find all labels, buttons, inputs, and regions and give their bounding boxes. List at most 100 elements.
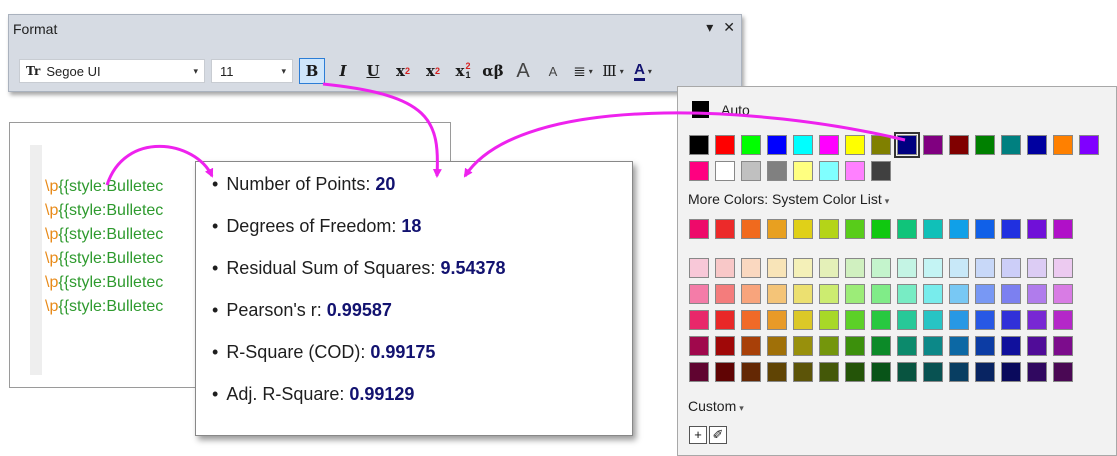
- palette-color-swatch[interactable]: [871, 310, 891, 330]
- palette-color-swatch[interactable]: [897, 258, 917, 278]
- palette-color-swatch[interactable]: [793, 284, 813, 304]
- underline-button[interactable]: U: [361, 58, 385, 84]
- system-color-swatch[interactable]: [741, 135, 761, 155]
- palette-color-swatch[interactable]: [1027, 310, 1047, 330]
- palette-color-swatch[interactable]: [975, 336, 995, 356]
- eyedropper-icon[interactable]: ✐: [709, 426, 727, 444]
- palette-color-swatch[interactable]: [975, 219, 995, 239]
- system-color-swatch[interactable]: [793, 161, 813, 181]
- palette-color-swatch[interactable]: [1001, 310, 1021, 330]
- palette-color-swatch[interactable]: [1053, 310, 1073, 330]
- palette-color-swatch[interactable]: [1027, 336, 1047, 356]
- palette-color-swatch[interactable]: [975, 258, 995, 278]
- system-color-swatch[interactable]: [715, 135, 735, 155]
- system-color-swatch[interactable]: [819, 161, 839, 181]
- palette-color-swatch[interactable]: [793, 362, 813, 382]
- palette-color-swatch[interactable]: [689, 219, 709, 239]
- system-color-swatch[interactable]: [975, 135, 995, 155]
- font-size-combo[interactable]: 11 ▾: [211, 59, 293, 83]
- add-custom-color-button[interactable]: +: [689, 426, 707, 444]
- palette-color-swatch[interactable]: [897, 336, 917, 356]
- palette-color-swatch[interactable]: [949, 219, 969, 239]
- palette-color-swatch[interactable]: [845, 258, 865, 278]
- greek-button[interactable]: αβ: [481, 58, 505, 84]
- palette-color-swatch[interactable]: [1053, 362, 1073, 382]
- palette-color-swatch[interactable]: [689, 258, 709, 278]
- palette-color-swatch[interactable]: [975, 284, 995, 304]
- system-color-swatch[interactable]: [741, 161, 761, 181]
- palette-color-swatch[interactable]: [845, 219, 865, 239]
- chevron-down-icon[interactable]: ▾: [187, 66, 204, 77]
- palette-color-swatch[interactable]: [1001, 258, 1021, 278]
- palette-color-swatch[interactable]: [871, 362, 891, 382]
- system-color-swatch[interactable]: [767, 161, 787, 181]
- palette-color-swatch[interactable]: [871, 258, 891, 278]
- palette-color-swatch[interactable]: [897, 219, 917, 239]
- auto-color-option[interactable]: Auto: [692, 101, 750, 118]
- system-color-swatch[interactable]: [767, 135, 787, 155]
- palette-color-swatch[interactable]: [1001, 336, 1021, 356]
- subscript-button[interactable]: x2: [421, 58, 445, 84]
- palette-color-swatch[interactable]: [1001, 284, 1021, 304]
- palette-color-swatch[interactable]: [871, 336, 891, 356]
- system-color-swatch[interactable]: [871, 161, 891, 181]
- font-color-button[interactable]: A ▾: [631, 58, 655, 84]
- superscript-button[interactable]: x2: [391, 58, 415, 84]
- system-color-swatch[interactable]: [793, 135, 813, 155]
- palette-color-swatch[interactable]: [767, 310, 787, 330]
- more-colors-menu[interactable]: More Colors: System Color List ▾: [688, 191, 889, 207]
- system-color-swatch[interactable]: [894, 132, 920, 158]
- palette-color-swatch[interactable]: [767, 258, 787, 278]
- palette-color-swatch[interactable]: [741, 362, 761, 382]
- palette-color-swatch[interactable]: [1027, 258, 1047, 278]
- palette-color-swatch[interactable]: [767, 336, 787, 356]
- palette-color-swatch[interactable]: [897, 284, 917, 304]
- palette-color-swatch[interactable]: [1053, 219, 1073, 239]
- palette-color-swatch[interactable]: [1027, 219, 1047, 239]
- palette-color-swatch[interactable]: [897, 310, 917, 330]
- palette-color-swatch[interactable]: [923, 219, 943, 239]
- system-color-swatch[interactable]: [1053, 135, 1073, 155]
- palette-color-swatch[interactable]: [949, 336, 969, 356]
- palette-color-swatch[interactable]: [819, 284, 839, 304]
- system-color-swatch[interactable]: [1027, 135, 1047, 155]
- palette-color-swatch[interactable]: [923, 362, 943, 382]
- palette-color-swatch[interactable]: [949, 310, 969, 330]
- font-name-combo[interactable]: Tr Segoe UI ▾: [19, 59, 205, 83]
- palette-color-swatch[interactable]: [949, 258, 969, 278]
- system-color-swatch[interactable]: [871, 135, 891, 155]
- palette-color-swatch[interactable]: [845, 362, 865, 382]
- palette-color-swatch[interactable]: [845, 310, 865, 330]
- system-color-swatch[interactable]: [689, 161, 709, 181]
- palette-color-swatch[interactable]: [949, 362, 969, 382]
- system-color-swatch[interactable]: [689, 135, 709, 155]
- palette-color-swatch[interactable]: [689, 284, 709, 304]
- palette-color-swatch[interactable]: [767, 284, 787, 304]
- palette-color-swatch[interactable]: [689, 362, 709, 382]
- palette-color-swatch[interactable]: [975, 310, 995, 330]
- italic-button[interactable]: I: [331, 58, 355, 84]
- palette-color-swatch[interactable]: [793, 336, 813, 356]
- columns-button[interactable]: Ⅲ ▾: [601, 58, 625, 84]
- palette-color-swatch[interactable]: [819, 258, 839, 278]
- system-color-swatch[interactable]: [845, 135, 865, 155]
- system-color-swatch[interactable]: [715, 161, 735, 181]
- palette-color-swatch[interactable]: [1001, 219, 1021, 239]
- palette-color-swatch[interactable]: [1053, 284, 1073, 304]
- palette-color-swatch[interactable]: [689, 336, 709, 356]
- palette-color-swatch[interactable]: [1001, 362, 1021, 382]
- palette-color-swatch[interactable]: [923, 284, 943, 304]
- palette-color-swatch[interactable]: [715, 219, 735, 239]
- palette-color-swatch[interactable]: [975, 362, 995, 382]
- palette-color-swatch[interactable]: [715, 362, 735, 382]
- system-color-swatch[interactable]: [949, 135, 969, 155]
- palette-color-swatch[interactable]: [1027, 362, 1047, 382]
- palette-color-swatch[interactable]: [767, 362, 787, 382]
- palette-color-swatch[interactable]: [819, 310, 839, 330]
- chevron-down-icon[interactable]: ▾: [275, 66, 292, 77]
- bold-button[interactable]: B: [299, 58, 325, 84]
- palette-color-swatch[interactable]: [923, 310, 943, 330]
- palette-color-swatch[interactable]: [689, 310, 709, 330]
- toolbar-menu-dropdown-icon[interactable]: ▾: [706, 19, 713, 36]
- palette-color-swatch[interactable]: [897, 362, 917, 382]
